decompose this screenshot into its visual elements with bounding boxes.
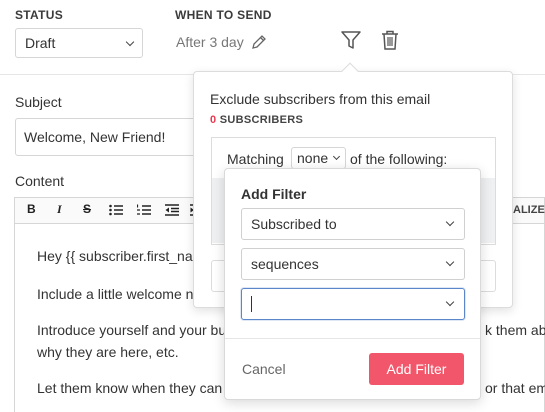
chevron-down-icon [125,37,135,47]
filter-field-value: Subscribed to [251,216,337,232]
matching-prefix: Matching [227,151,284,167]
outdent-icon[interactable] [165,204,179,216]
editor-line-fragment: k them ab [485,322,545,338]
subscriber-count: 0 SUBSCRIBERS [210,114,303,126]
matching-suffix: of the following: [350,151,448,167]
chevron-down-icon [332,152,341,161]
editor-line: why they are here, etc. [37,344,179,360]
exclude-popover-title: Exclude subscribers from this email [210,91,431,107]
status-label: STATUS [15,8,64,22]
filter-value-select[interactable] [241,288,465,320]
filter-field-select[interactable]: Subscribed to [241,208,465,240]
bold-button[interactable]: B [27,202,36,216]
editor-line: Hey {{ subscriber.first_na [37,248,193,264]
capitalize-button[interactable]: ALIZE [513,204,545,216]
chevron-down-icon [445,217,455,227]
numbered-list-icon[interactable] [137,204,151,216]
editor-line: Include a little welcome n [37,286,194,302]
status-select-value: Draft [25,35,56,51]
filter-icon[interactable] [340,29,362,51]
when-to-send-label: WHEN TO SEND [175,8,272,22]
editor-line: Introduce yourself and your bu [37,322,227,338]
italic-button[interactable]: I [57,202,62,217]
subscriber-count-value: 0 [210,114,217,126]
matching-select-value: none [297,150,329,166]
subscriber-count-label: SUBSCRIBERS [219,114,304,126]
cancel-button[interactable]: Cancel [242,361,286,377]
trash-icon[interactable] [380,29,400,51]
subject-label: Subject [15,94,62,110]
chevron-down-icon [445,257,455,267]
strikethrough-button[interactable]: S [83,202,91,216]
editor-line: Let them know when they can [37,380,223,396]
filter-type-value: sequences [251,256,319,272]
bullet-list-icon[interactable] [109,204,123,216]
editor-line-fragment: or that em [485,380,545,396]
when-to-send-text: After 3 day [176,34,244,50]
add-filter-button[interactable]: Add Filter [369,353,464,385]
when-to-send-value[interactable]: After 3 day [176,34,244,50]
chevron-down-icon [445,297,455,307]
matching-select[interactable]: none [291,147,346,169]
status-select[interactable]: Draft [15,28,143,58]
filter-type-select[interactable]: sequences [241,248,465,280]
text-cursor [251,296,252,312]
add-filter-title: Add Filter [241,186,307,202]
content-label: Content [15,173,65,189]
dialog-footer-divider [225,338,480,339]
pencil-icon[interactable] [251,34,267,50]
